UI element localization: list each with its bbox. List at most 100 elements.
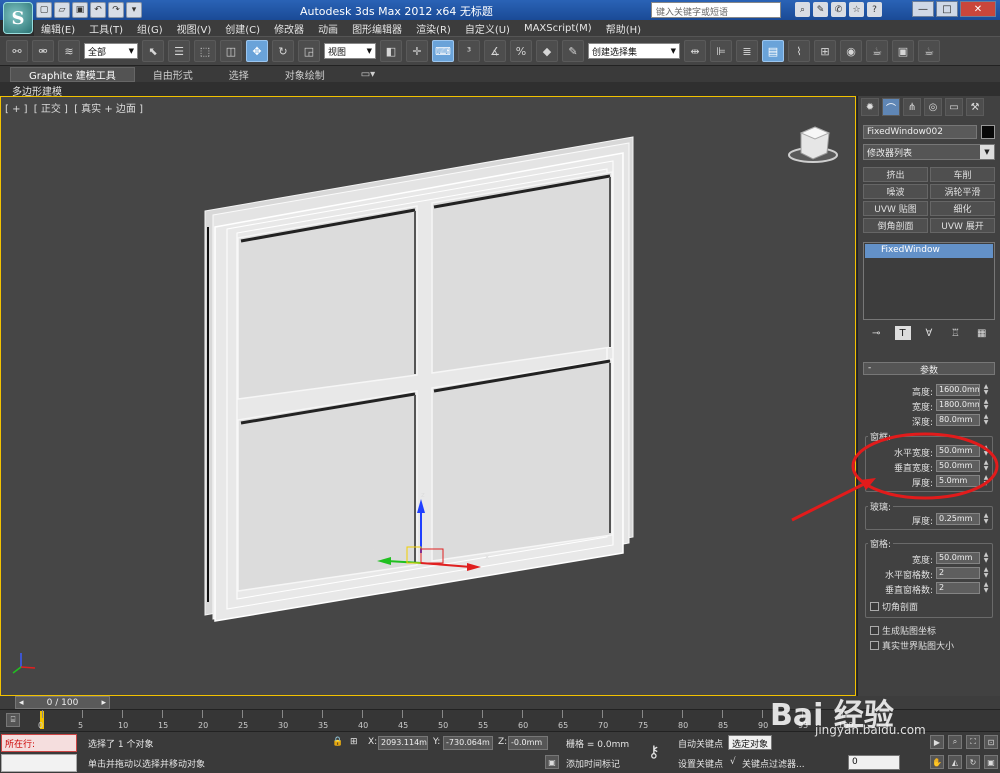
zoom-all-icon[interactable]: ⊡: [984, 735, 998, 749]
maximize-viewport-icon[interactable]: ▣: [984, 755, 998, 769]
open-file-icon[interactable]: ▱: [54, 2, 70, 18]
chamfer-checkbox-box[interactable]: [870, 602, 879, 611]
select-rotate-icon[interactable]: ↻: [272, 40, 294, 62]
uvw-map-button[interactable]: UVW 贴图: [863, 201, 928, 216]
glass-thickness-field[interactable]: 0.25mm: [936, 513, 980, 525]
horizontal-panes-spinner[interactable]: ▲ ▼: [982, 567, 990, 579]
material-editor-icon[interactable]: ◉: [840, 40, 862, 62]
add-time-tag[interactable]: 添加时间标记: [566, 757, 620, 770]
manipulate-icon[interactable]: ✛: [406, 40, 428, 62]
redo-icon[interactable]: ↷: [108, 2, 124, 18]
close-button[interactable]: ✕: [960, 1, 996, 17]
frame-thickness-spinner[interactable]: ▲ ▼: [982, 475, 990, 487]
height-spinner[interactable]: ▲ ▼: [982, 384, 990, 396]
set-key-button[interactable]: 设置关键点: [678, 757, 723, 770]
stack-item-fixedwindow[interactable]: FixedWindow: [865, 244, 993, 258]
render-production-icon[interactable]: ☕: [918, 40, 940, 62]
app-logo-icon[interactable]: S: [3, 2, 33, 34]
utilities-tab-icon[interactable]: ⚒: [966, 98, 984, 116]
menu-maxscript[interactable]: MAXScript(M): [517, 23, 599, 34]
depth-spinner[interactable]: ▲ ▼: [982, 414, 990, 426]
real-world-map-box[interactable]: [870, 641, 879, 650]
curve-editor-icon[interactable]: ⌇: [788, 40, 810, 62]
menu-edit[interactable]: 编辑(E): [34, 21, 82, 36]
angle-snap-icon[interactable]: ∡: [484, 40, 506, 62]
horizontal-panes-field[interactable]: 2: [936, 567, 980, 579]
glass-thickness-spinner[interactable]: ▲ ▼: [982, 513, 990, 525]
z-coord-field[interactable]: -0.0mm: [508, 736, 548, 750]
key-filters-icon[interactable]: √: [730, 757, 736, 767]
favorites-icon[interactable]: ☆: [849, 2, 864, 17]
edit-named-sel-icon[interactable]: ✎: [562, 40, 584, 62]
ref-coord-select[interactable]: 视图 ▼: [324, 43, 376, 59]
object-name-field[interactable]: FixedWindow002: [863, 125, 977, 139]
key-filters-button[interactable]: 关键点过滤器...: [742, 757, 805, 770]
link-icon[interactable]: ⚯: [6, 40, 28, 62]
show-end-result-icon[interactable]: T: [894, 326, 911, 340]
search-input[interactable]: 键入关键字或短语: [651, 2, 781, 18]
viewport-orthographic[interactable]: [ + ] [ 正交 ] [ 真实 + 边面 ] z x y: [0, 96, 856, 696]
display-tab-icon[interactable]: ▭: [945, 98, 963, 116]
vertical-panes-field[interactable]: 2: [936, 582, 980, 594]
real-world-map-checkbox[interactable]: 真实世界贴图大小: [870, 639, 954, 652]
unlink-icon[interactable]: ⚮: [32, 40, 54, 62]
subscription-icon[interactable]: ✎: [813, 2, 828, 17]
make-unique-icon[interactable]: ∀: [921, 326, 937, 340]
frame-vertical-width-field[interactable]: 50.0mm: [936, 460, 980, 472]
time-prev-icon[interactable]: ◂: [19, 698, 24, 708]
menu-modifiers[interactable]: 修改器: [267, 21, 311, 36]
fov-icon[interactable]: ◭: [948, 755, 962, 769]
time-slider-thumb[interactable]: ◂ 0 / 100 ▸: [15, 696, 110, 709]
time-next-icon[interactable]: ▸: [101, 698, 106, 708]
motion-tab-icon[interactable]: ◎: [924, 98, 942, 116]
mirror-icon[interactable]: ⇹: [684, 40, 706, 62]
keyboard-shortcut-icon[interactable]: ⌨: [432, 40, 454, 62]
menu-animation[interactable]: 动画: [311, 21, 345, 36]
help-icon[interactable]: ?: [867, 2, 882, 17]
key-icon[interactable]: ⚷: [648, 742, 660, 761]
chamfer-profile-checkbox[interactable]: 切角剖面: [870, 600, 918, 613]
menu-views[interactable]: 视图(V): [170, 21, 219, 36]
quick-access-dropdown-icon[interactable]: ▾: [126, 2, 142, 18]
percent-snap-icon[interactable]: %: [510, 40, 532, 62]
unwrap-uvw-button[interactable]: UVW 展开: [930, 218, 995, 233]
lathe-button[interactable]: 车削: [930, 167, 995, 182]
new-file-icon[interactable]: ▢: [36, 2, 52, 18]
tessellate-button[interactable]: 细化: [930, 201, 995, 216]
sash-width-field[interactable]: 50.0mm: [936, 552, 980, 564]
gen-map-coords-checkbox[interactable]: 生成贴图坐标: [870, 624, 936, 637]
render-setup-icon[interactable]: ☕: [866, 40, 888, 62]
frame-vertical-width-spinner[interactable]: ▲ ▼: [982, 460, 990, 472]
viewcube-icon[interactable]: [788, 126, 838, 163]
parameters-rollout[interactable]: - 参数: [863, 362, 995, 376]
select-object-icon[interactable]: ⬉: [142, 40, 164, 62]
height-field[interactable]: 1600.0mm: [936, 384, 980, 396]
remove-modifier-icon[interactable]: ♖: [947, 326, 963, 340]
width-spinner[interactable]: ▲ ▼: [982, 399, 990, 411]
extrude-button[interactable]: 挤出: [863, 167, 928, 182]
time-tag-icon[interactable]: ▣: [545, 755, 559, 769]
named-selection-select[interactable]: 创建选择集 ▼: [588, 43, 680, 59]
auto-key-button[interactable]: 自动关键点: [678, 737, 723, 750]
tab-freeform[interactable]: 自由形式: [135, 67, 211, 82]
modify-tab-icon[interactable]: ⌒: [882, 98, 900, 116]
communication-icon[interactable]: ✆: [831, 2, 846, 17]
frame-thickness-field[interactable]: 5.0mm: [936, 475, 980, 487]
snaps-toggle-icon[interactable]: ³: [458, 40, 480, 62]
maximize-button[interactable]: □: [936, 1, 958, 17]
rendered-frame-icon[interactable]: ▣: [892, 40, 914, 62]
y-coord-field[interactable]: -730.064m: [443, 736, 493, 750]
bind-spacewarp-icon[interactable]: ≋: [58, 40, 80, 62]
save-file-icon[interactable]: ▣: [72, 2, 88, 18]
menu-help[interactable]: 帮助(H): [599, 21, 648, 36]
frame-horizontal-width-field[interactable]: 50.0mm: [936, 445, 980, 457]
noise-button[interactable]: 噪波: [863, 184, 928, 199]
maxscript-listener-mini[interactable]: 所在行:: [1, 734, 77, 752]
object-color-swatch[interactable]: [981, 125, 995, 139]
configure-sets-icon[interactable]: ▦: [974, 326, 990, 340]
minimize-button[interactable]: —: [912, 1, 934, 17]
menu-create[interactable]: 创建(C): [218, 21, 267, 36]
graphite-toggle-icon[interactable]: ▤: [762, 40, 784, 62]
sash-width-spinner[interactable]: ▲ ▼: [982, 552, 990, 564]
hierarchy-tab-icon[interactable]: ⋔: [903, 98, 921, 116]
